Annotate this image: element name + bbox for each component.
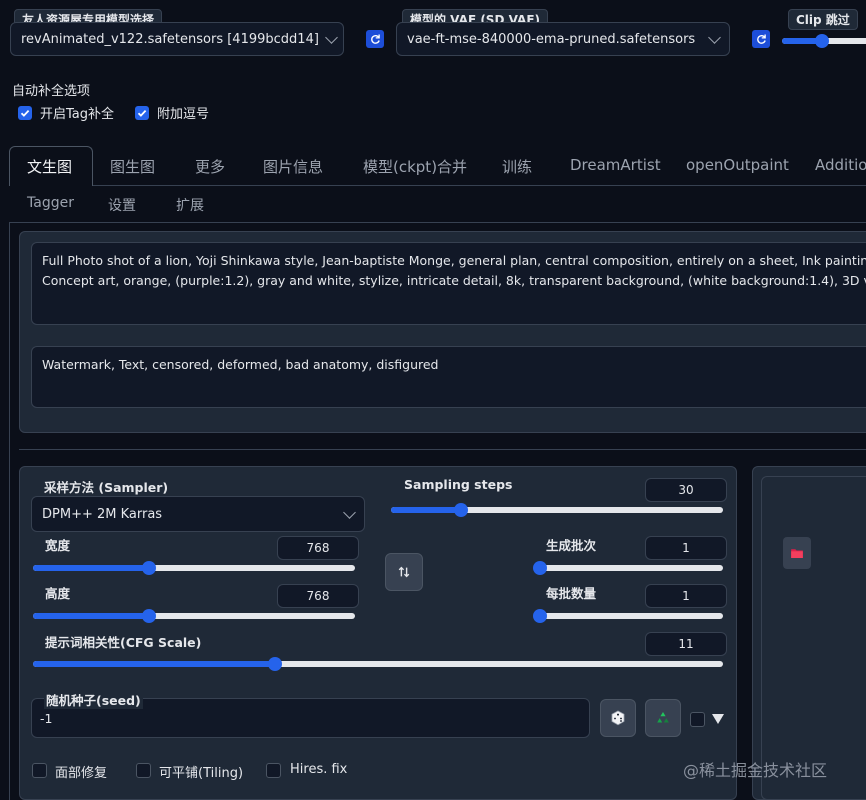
height-label: 高度 bbox=[45, 586, 71, 601]
vae-select-value: vae-ft-mse-840000-ema-pruned.safetensors bbox=[407, 31, 696, 47]
clip-skip-label: Clip 跳过 bbox=[788, 9, 858, 30]
watermark-text: @稀土掘金技术社区 bbox=[683, 761, 828, 780]
clip-skip-slider[interactable] bbox=[782, 34, 866, 48]
chevron-down-icon bbox=[708, 30, 721, 44]
prompt-textarea[interactable]: Full Photo shot of a lion, Yoji Shinkawa… bbox=[31, 242, 866, 325]
height-input[interactable]: 768 bbox=[277, 584, 359, 608]
tab-dreamartist[interactable]: DreamArtist bbox=[570, 156, 661, 174]
tab-openoutpaint[interactable]: openOutpaint bbox=[686, 156, 789, 174]
tab-extensions[interactable]: 扩展 bbox=[176, 195, 204, 215]
sampler-select[interactable]: DPM++ 2M Karras bbox=[31, 496, 365, 532]
refresh-model-button[interactable] bbox=[366, 30, 384, 48]
append-comma-label: 附加逗号 bbox=[157, 107, 210, 122]
tag-autocomplete-label: 开启Tag补全 bbox=[40, 107, 115, 122]
tab-bar-divider bbox=[93, 185, 866, 186]
slider-fill bbox=[391, 507, 461, 513]
slider-thumb[interactable] bbox=[533, 561, 547, 575]
width-input[interactable]: 768 bbox=[277, 536, 359, 560]
cfg-scale-label: 提示词相关性(CFG Scale) bbox=[45, 635, 202, 650]
reuse-seed-button[interactable] bbox=[645, 699, 681, 737]
slider-thumb[interactable] bbox=[815, 34, 829, 48]
refresh-icon bbox=[757, 34, 766, 44]
sampling-steps-label: Sampling steps bbox=[404, 477, 513, 492]
vae-select[interactable]: vae-ft-mse-840000-ema-pruned.safetensors bbox=[396, 22, 730, 56]
negative-prompt-textarea[interactable]: Watermark, Text, censored, deformed, bad… bbox=[31, 346, 866, 408]
sampler-select-value: DPM++ 2M Karras bbox=[42, 506, 163, 522]
prompt-line: Concept art, orange, (purple:1.2), gray … bbox=[42, 273, 866, 288]
refresh-icon bbox=[371, 34, 380, 44]
dice-icon bbox=[611, 710, 625, 726]
slider-thumb[interactable] bbox=[533, 609, 547, 623]
autocomplete-title: 自动补全选项 bbox=[12, 84, 91, 99]
width-label: 宽度 bbox=[45, 538, 71, 553]
chevron-down-icon bbox=[343, 505, 356, 519]
batch-count-slider[interactable] bbox=[533, 561, 723, 575]
open-folder-button[interactable] bbox=[783, 537, 811, 569]
recycle-icon bbox=[657, 712, 669, 723]
tab-png-info[interactable]: 图片信息 bbox=[263, 156, 323, 177]
width-slider[interactable] bbox=[33, 561, 355, 575]
slider-fill bbox=[33, 613, 149, 619]
prompt-line: Full Photo shot of a lion, Yoji Shinkawa… bbox=[42, 253, 866, 268]
section-divider bbox=[19, 449, 866, 450]
tab-extras[interactable]: 更多 bbox=[195, 156, 225, 177]
slider-fill bbox=[33, 565, 149, 571]
face-restore-label: 面部修复 bbox=[55, 766, 108, 781]
face-restore-checkbox[interactable] bbox=[32, 763, 47, 778]
batch-size-input[interactable]: 1 bbox=[645, 584, 727, 608]
model-select[interactable]: revAnimated_v122.safetensors [4199bcdd14… bbox=[10, 22, 344, 56]
tiling-checkbox[interactable] bbox=[136, 763, 151, 778]
tab-tagger[interactable]: Tagger bbox=[27, 195, 74, 211]
check-icon bbox=[20, 109, 30, 117]
check-icon bbox=[137, 109, 147, 117]
slider-thumb[interactable] bbox=[453, 503, 468, 517]
slider-thumb[interactable] bbox=[141, 561, 156, 575]
batch-count-input[interactable]: 1 bbox=[645, 536, 727, 560]
batch-size-label: 每批数量 bbox=[546, 586, 597, 601]
negative-prompt-text: Watermark, Text, censored, deformed, bad… bbox=[42, 357, 439, 372]
tab-additional[interactable]: Additio bbox=[815, 156, 866, 174]
output-gallery bbox=[761, 476, 866, 800]
triangle-down-icon[interactable] bbox=[712, 714, 724, 724]
cfg-scale-input[interactable]: 11 bbox=[645, 632, 727, 656]
slider-fill bbox=[33, 661, 275, 667]
model-select-value: revAnimated_v122.safetensors [4199bcdd14… bbox=[21, 31, 319, 47]
tab-checkpoint-merger[interactable]: 模型(ckpt)合并 bbox=[363, 156, 467, 177]
random-seed-button[interactable] bbox=[600, 699, 636, 737]
append-comma-checkbox[interactable] bbox=[135, 106, 149, 120]
hires-fix-label: Hires. fix bbox=[290, 762, 348, 777]
tab-settings[interactable]: 设置 bbox=[108, 195, 136, 215]
cfg-scale-slider[interactable] bbox=[33, 657, 723, 671]
tab-txt2img[interactable]: 文生图 bbox=[27, 156, 72, 177]
batch-count-label: 生成批次 bbox=[546, 538, 597, 553]
folder-icon bbox=[791, 549, 803, 558]
sampler-label: 采样方法 (Sampler) bbox=[44, 480, 169, 495]
batch-size-slider[interactable] bbox=[533, 609, 723, 623]
height-slider[interactable] bbox=[33, 609, 355, 623]
slider-thumb[interactable] bbox=[141, 609, 156, 623]
extra-seed-checkbox[interactable] bbox=[690, 712, 705, 727]
hires-fix-checkbox[interactable] bbox=[266, 763, 281, 778]
chevron-down-icon bbox=[325, 30, 338, 44]
tag-autocomplete-checkbox[interactable] bbox=[18, 106, 32, 120]
slider-thumb[interactable] bbox=[267, 657, 282, 671]
seed-label: 随机种子(seed) bbox=[44, 690, 143, 709]
sampling-steps-slider[interactable] bbox=[391, 503, 723, 517]
seed-input[interactable]: -1 bbox=[40, 711, 52, 726]
refresh-vae-button[interactable] bbox=[752, 30, 770, 48]
tab-train[interactable]: 训练 bbox=[502, 156, 532, 177]
sampling-steps-input[interactable]: 30 bbox=[645, 478, 727, 502]
swap-dimensions-button[interactable] bbox=[385, 553, 423, 591]
tiling-label: 可平铺(Tiling) bbox=[159, 766, 244, 781]
tab-img2img[interactable]: 图生图 bbox=[110, 156, 155, 177]
swap-arrows-icon bbox=[398, 566, 410, 578]
